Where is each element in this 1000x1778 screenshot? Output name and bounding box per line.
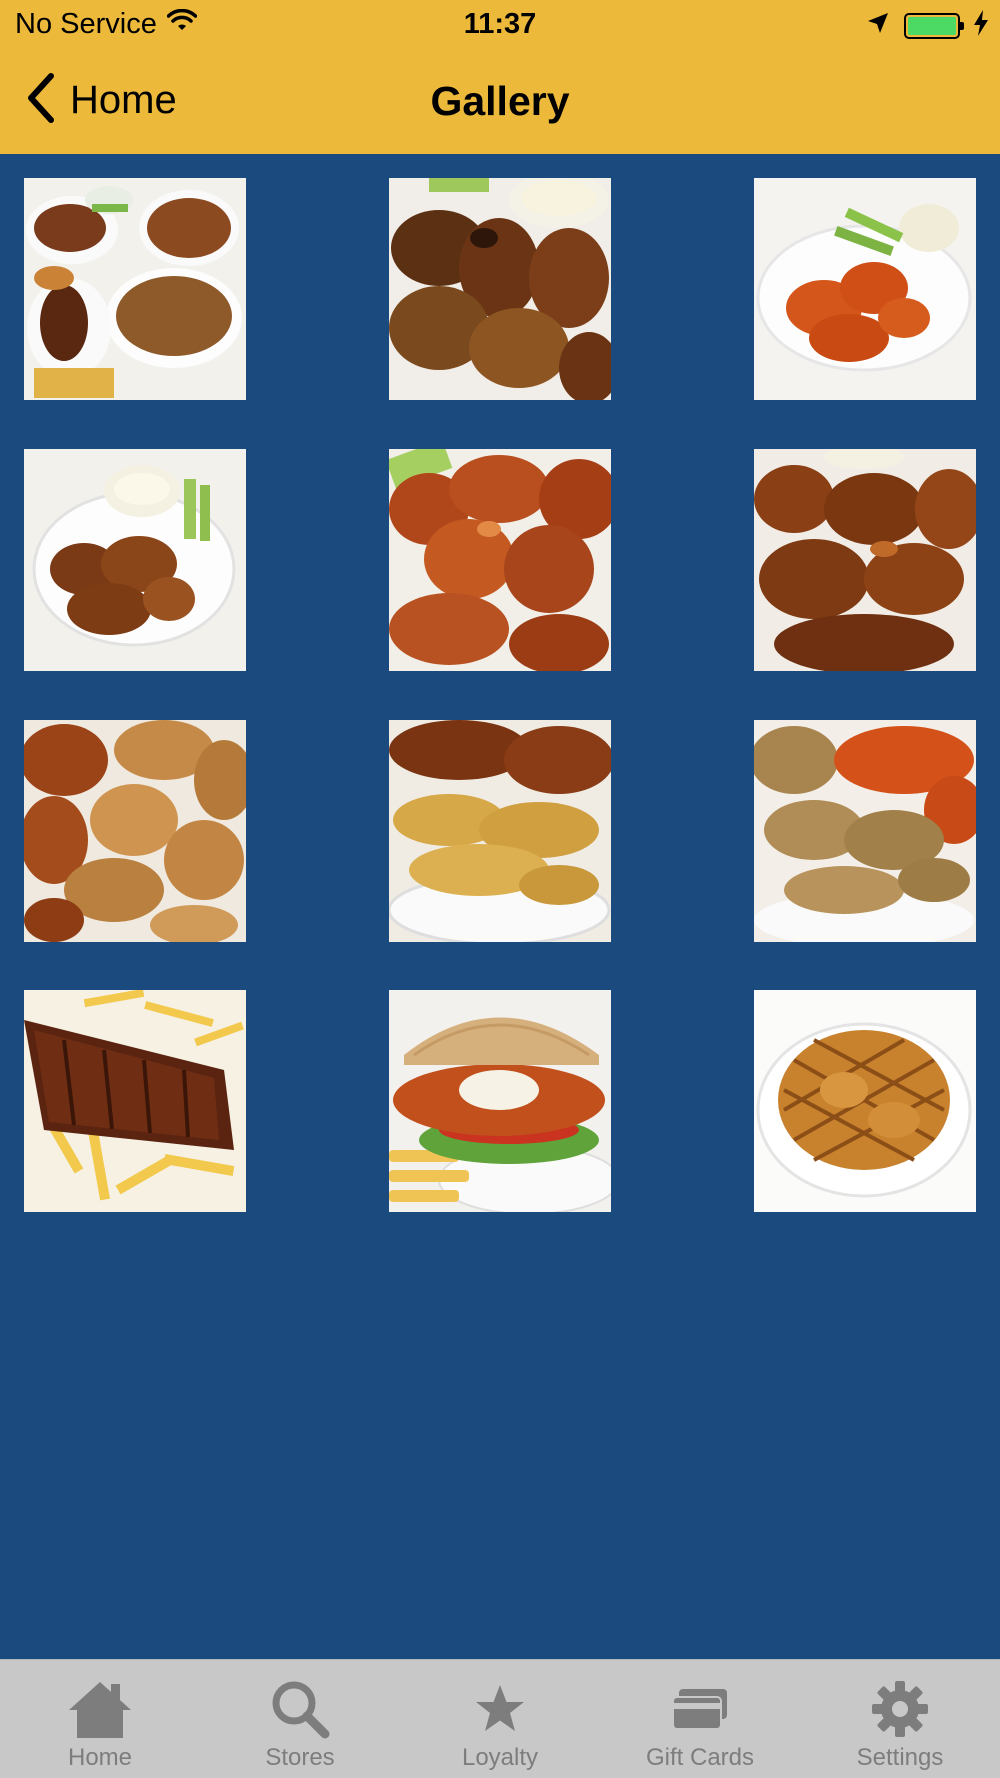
gallery-image-buffalo-wings-closeup[interactable] [389,449,611,671]
gallery-image-waffle-fries[interactable] [754,990,976,1212]
gallery-image-bbq-wings-plate[interactable] [24,449,246,671]
search-icon [265,1674,335,1744]
back-button-label: Home [70,77,177,122]
back-button[interactable]: Home [26,72,177,128]
battery-icon [904,12,964,39]
tab-gift-cards-label: Gift Cards [645,1744,755,1771]
gallery-image-grilled-wings-with-dip[interactable] [389,178,611,400]
gallery-image-honey-mustard-tenders[interactable] [389,720,611,942]
tab-settings[interactable]: Settings [800,1660,1000,1778]
house-icon [65,1674,135,1744]
gallery-grid [0,154,1000,1658]
tab-stores-label: Stores [265,1744,335,1771]
gallery-image-glazed-tenders-closeup[interactable] [754,449,976,671]
status-bar: No Service 11:37 [0,0,1000,50]
navigation-bar: Home Gallery [0,50,1000,154]
tab-settings-label: Settings [856,1744,944,1771]
tab-home[interactable]: Home [0,1660,200,1778]
gallery-image-cajun-tenders[interactable] [754,720,976,942]
charging-bolt-icon [974,10,988,41]
tab-gift-cards[interactable]: Gift Cards [600,1660,800,1778]
gallery-image-ribs-and-fries[interactable] [24,990,246,1212]
star-icon [465,1674,535,1744]
status-time: 11:37 [463,8,537,40]
chevron-left-icon [26,72,56,129]
gallery-image-buffalo-tenders-plate[interactable] [754,178,976,400]
app-header: No Service 11:37 Home Gallery [0,0,1000,154]
gift-cards-icon [665,1674,735,1744]
gallery-image-mixed-wings-closeup[interactable] [24,720,246,942]
tab-home-label: Home [67,1744,133,1771]
gear-icon [865,1674,935,1744]
tab-stores[interactable]: Stores [200,1660,400,1778]
tab-loyalty-label: Loyalty [461,1744,539,1771]
status-indicators [866,10,988,41]
tab-loyalty[interactable]: Loyalty [400,1660,600,1778]
gallery-image-buffalo-chicken-sandwich[interactable] [389,990,611,1212]
location-arrow-icon [866,11,890,40]
gallery-image-platter-assortment[interactable] [24,178,246,400]
tab-bar: Home Stores Loyalty Gift Cards Settings [0,1659,1000,1778]
